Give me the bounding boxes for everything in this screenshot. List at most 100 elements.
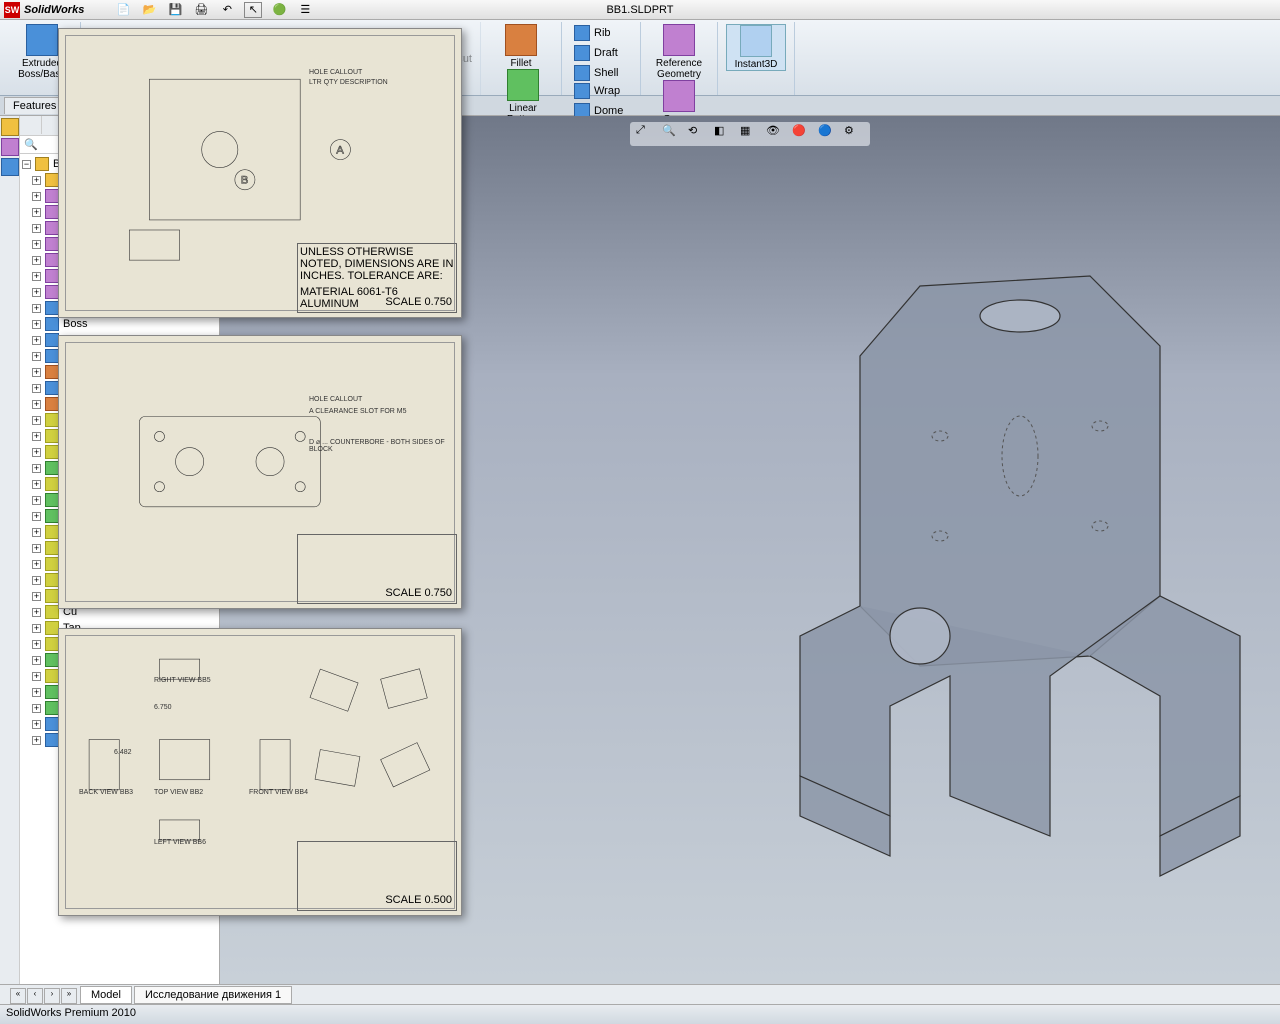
expand-icon[interactable]: +: [32, 192, 41, 201]
feature-icon: [45, 221, 59, 235]
expand-icon[interactable]: +: [32, 240, 41, 249]
expand-icon[interactable]: +: [32, 640, 41, 649]
zoom-fit-icon[interactable]: ⤢: [636, 124, 656, 144]
save-icon[interactable]: 💾: [166, 2, 184, 18]
feature-icon: [45, 205, 59, 219]
svg-text:B: B: [241, 175, 248, 187]
expand-icon[interactable]: +: [32, 400, 41, 409]
tab-first-icon[interactable]: «: [10, 988, 26, 1004]
expand-icon[interactable]: +: [32, 288, 41, 297]
expand-icon[interactable]: +: [32, 592, 41, 601]
undo-icon[interactable]: ↶: [218, 2, 236, 18]
expand-icon[interactable]: +: [32, 464, 41, 473]
expand-icon[interactable]: +: [32, 688, 41, 697]
shell-button[interactable]: Shell: [570, 64, 632, 82]
expand-icon[interactable]: +: [32, 416, 41, 425]
instant3d-button[interactable]: Instant3D: [726, 24, 786, 71]
tree-item[interactable]: +Boss: [20, 316, 219, 332]
tab-prev-icon[interactable]: ‹: [27, 988, 43, 1004]
taskpane-icon[interactable]: [1, 138, 19, 156]
expand-icon[interactable]: +: [32, 272, 41, 281]
expand-icon[interactable]: +: [32, 448, 41, 457]
reference-geometry-button[interactable]: Reference Geometry: [649, 24, 709, 80]
model-3d-view[interactable]: [740, 256, 1280, 936]
display-style-icon[interactable]: ▦: [740, 124, 760, 144]
feature-icon: [45, 317, 59, 331]
curves-icon: [663, 80, 695, 112]
tab-motion-study[interactable]: Исследование движения 1: [134, 986, 292, 1004]
expand-icon[interactable]: +: [32, 720, 41, 729]
expand-icon[interactable]: +: [32, 432, 41, 441]
pattern-icon: [507, 69, 539, 101]
expand-icon[interactable]: +: [32, 608, 41, 617]
view-settings-icon[interactable]: ⚙: [844, 124, 864, 144]
expand-icon[interactable]: +: [32, 336, 41, 345]
expand-icon[interactable]: +: [32, 528, 41, 537]
features-tab[interactable]: Features: [4, 97, 65, 114]
feature-icon: [45, 349, 59, 363]
fillet-button[interactable]: Fillet: [491, 24, 551, 69]
expand-icon[interactable]: +: [32, 320, 41, 329]
prev-view-icon[interactable]: ⟲: [688, 124, 708, 144]
expand-icon[interactable]: +: [32, 208, 41, 217]
scene-icon[interactable]: 🔵: [818, 124, 838, 144]
rib-button[interactable]: Rib: [570, 24, 632, 42]
app-logo: SW: [4, 2, 20, 18]
feature-icon: [45, 573, 59, 587]
feature-icon: [45, 445, 59, 459]
tab-last-icon[interactable]: »: [61, 988, 77, 1004]
instant3d-icon: [740, 25, 772, 57]
expand-icon[interactable]: +: [32, 352, 41, 361]
expand-icon[interactable]: +: [32, 512, 41, 521]
expand-icon[interactable]: +: [32, 560, 41, 569]
open-icon[interactable]: 📂: [140, 2, 158, 18]
feature-manager-tab[interactable]: [20, 116, 42, 134]
print-icon[interactable]: 🖨: [192, 2, 210, 18]
expand-icon[interactable]: +: [32, 368, 41, 377]
zoom-area-icon[interactable]: 🔍: [662, 124, 682, 144]
feature-icon: [45, 301, 59, 315]
taskpane-icon[interactable]: [1, 158, 19, 176]
feature-icon: [45, 333, 59, 347]
taskpane-icon[interactable]: [1, 118, 19, 136]
feature-icon: [45, 253, 59, 267]
section-view-icon[interactable]: ◧: [714, 124, 734, 144]
feature-icon: [45, 189, 59, 203]
expand-icon[interactable]: +: [32, 624, 41, 633]
svg-text:A: A: [336, 145, 344, 157]
expand-icon[interactable]: +: [32, 672, 41, 681]
tab-next-icon[interactable]: ›: [44, 988, 60, 1004]
tab-model[interactable]: Model: [80, 986, 132, 1004]
expand-icon[interactable]: +: [32, 736, 41, 745]
expand-icon[interactable]: +: [32, 656, 41, 665]
status-bar: SolidWorks Premium 2010: [0, 1004, 1280, 1024]
rebuild-icon[interactable]: 🟢: [270, 2, 288, 18]
view-heads-up-toolbar: ⤢ 🔍 ⟲ ◧ ▦ 👁 🔴 🔵 ⚙: [630, 122, 870, 146]
feature-icon: [45, 509, 59, 523]
wrap-button[interactable]: Wrap: [570, 82, 632, 100]
expand-icon[interactable]: +: [32, 224, 41, 233]
expand-icon[interactable]: +: [32, 480, 41, 489]
feature-icon: [45, 237, 59, 251]
feature-icon: [45, 477, 59, 491]
draft-button[interactable]: Draft: [570, 44, 632, 62]
expand-icon[interactable]: +: [32, 256, 41, 265]
feature-icon: [45, 733, 59, 747]
expand-icon[interactable]: +: [32, 496, 41, 505]
feature-icon: [45, 173, 59, 187]
feature-icon: [45, 685, 59, 699]
select-icon[interactable]: ↖: [244, 2, 262, 18]
expand-icon[interactable]: +: [32, 304, 41, 313]
expand-icon[interactable]: +: [32, 576, 41, 585]
expand-icon[interactable]: +: [32, 384, 41, 393]
new-icon[interactable]: 📄: [114, 2, 132, 18]
expand-icon[interactable]: −: [22, 160, 31, 169]
expand-icon[interactable]: +: [32, 544, 41, 553]
options-icon[interactable]: ☰: [296, 2, 314, 18]
feature-icon: [45, 653, 59, 667]
feature-icon: [45, 605, 59, 619]
hide-show-icon[interactable]: 👁: [766, 124, 786, 144]
expand-icon[interactable]: +: [32, 704, 41, 713]
expand-icon[interactable]: +: [32, 176, 41, 185]
appearance-icon[interactable]: 🔴: [792, 124, 812, 144]
